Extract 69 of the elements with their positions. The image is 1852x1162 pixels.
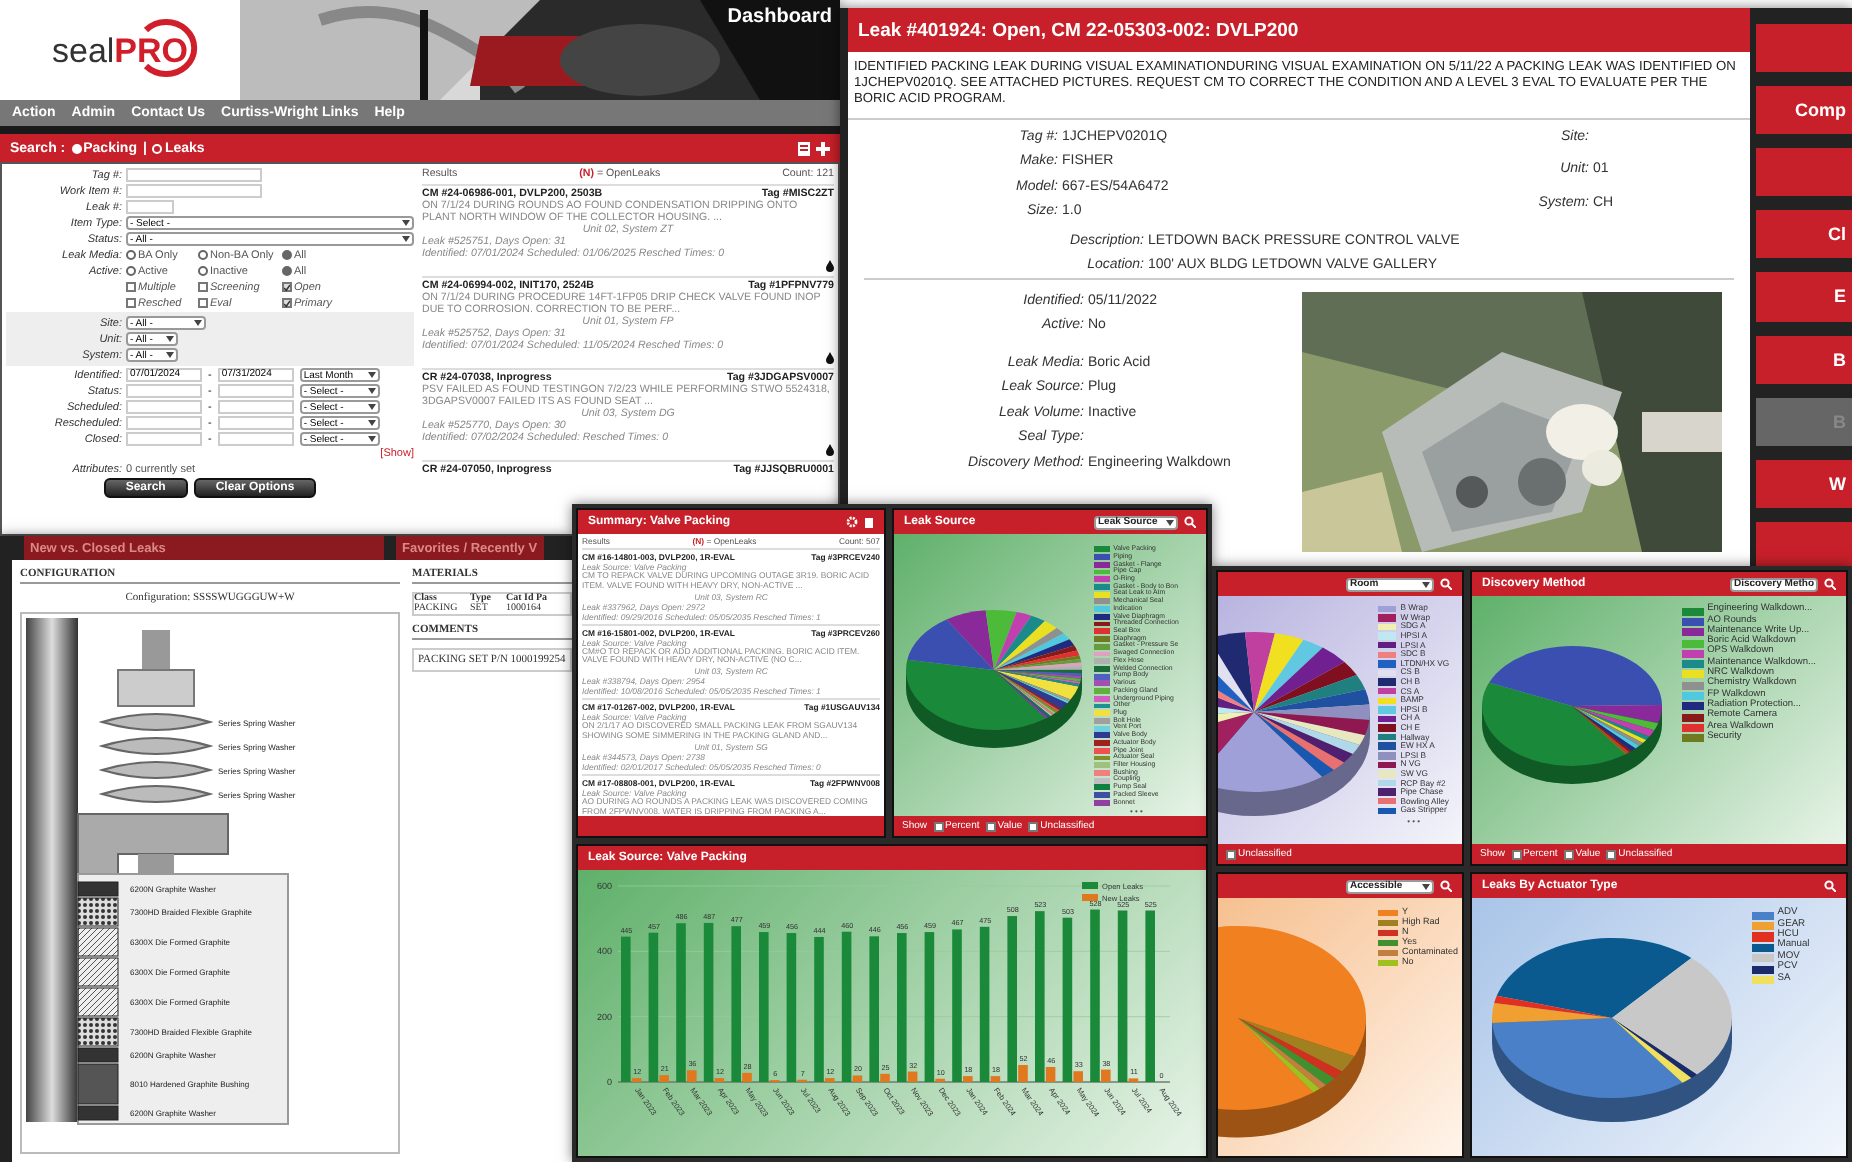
caret-icon (402, 236, 410, 242)
checkbox[interactable] (126, 298, 136, 308)
result-item[interactable] (422, 368, 834, 457)
caret-icon (1166, 519, 1174, 525)
date-field[interactable] (126, 384, 202, 398)
search-icon[interactable] (1824, 880, 1836, 892)
page-title: Dashboard (727, 6, 832, 28)
checkbox[interactable] (198, 298, 208, 308)
side-button[interactable]: Comp (1756, 86, 1852, 135)
radio-button[interactable] (126, 266, 136, 276)
search-icon[interactable] (1184, 516, 1196, 528)
side-button[interactable]: E (1756, 272, 1852, 322)
caret-icon (367, 372, 376, 378)
search-icon[interactable] (1440, 578, 1452, 590)
checkbox[interactable] (126, 282, 136, 292)
radio-button[interactable] (282, 266, 292, 276)
gear-icon[interactable] (846, 516, 858, 528)
caret-icon (1422, 883, 1430, 889)
checkbox[interactable] (282, 298, 292, 308)
search-icon[interactable] (1440, 880, 1452, 892)
date-field[interactable] (217, 384, 294, 398)
date-field[interactable] (217, 400, 294, 414)
thin-slice-group (1572, 706, 1659, 755)
radio-button[interactable] (126, 250, 136, 260)
result-item[interactable] (422, 276, 834, 365)
caret-icon (194, 320, 202, 326)
caret-icon (367, 404, 376, 410)
drop-icon (826, 444, 834, 457)
radio-button[interactable] (198, 266, 208, 276)
caret-icon (166, 336, 174, 342)
thin-slice-group (1238, 1018, 1343, 1093)
result-item[interactable] (582, 548, 880, 622)
date-field[interactable] (126, 416, 202, 430)
radio-button[interactable] (198, 250, 208, 260)
date-field[interactable] (217, 416, 294, 430)
side-button[interactable] (1756, 24, 1852, 73)
side-button[interactable]: W (1756, 459, 1852, 508)
drop-icon (826, 352, 834, 365)
thin-slice-group (1254, 712, 1365, 777)
result-item[interactable] (582, 698, 880, 772)
caret-icon (367, 420, 376, 426)
checkbox[interactable] (198, 282, 208, 292)
caret-icon (402, 220, 410, 226)
side-button[interactable] (1756, 521, 1852, 570)
trash-icon[interactable] (864, 516, 874, 528)
plus-icon[interactable] (816, 141, 830, 155)
input-field[interactable] (126, 168, 262, 182)
date-field[interactable] (126, 432, 202, 446)
thin-slice-group (994, 612, 1082, 719)
radio-button[interactable] (282, 250, 292, 260)
checkbox[interactable] (282, 282, 292, 292)
result-item[interactable] (582, 623, 880, 697)
caret-icon (367, 388, 376, 394)
search-icon[interactable] (1824, 578, 1836, 590)
caret-icon (1422, 581, 1430, 587)
side-button[interactable]: Cl (1756, 210, 1852, 259)
side-button[interactable] (1756, 148, 1852, 197)
input-field[interactable] (126, 184, 262, 198)
date-field[interactable] (126, 400, 202, 414)
leak-title: Leak #401924: Open, CM 22-05303-002: DVLP200 (858, 19, 1299, 41)
date-field[interactable] (217, 432, 294, 446)
document-icon[interactable] (798, 141, 810, 155)
caret-icon (166, 352, 174, 358)
logo: sealPRO (43, 21, 197, 79)
result-item[interactable] (422, 184, 834, 273)
side-button[interactable]: B (1756, 335, 1852, 384)
input-field[interactable] (126, 200, 174, 214)
drop-icon (826, 260, 834, 273)
caret-icon (367, 436, 376, 442)
